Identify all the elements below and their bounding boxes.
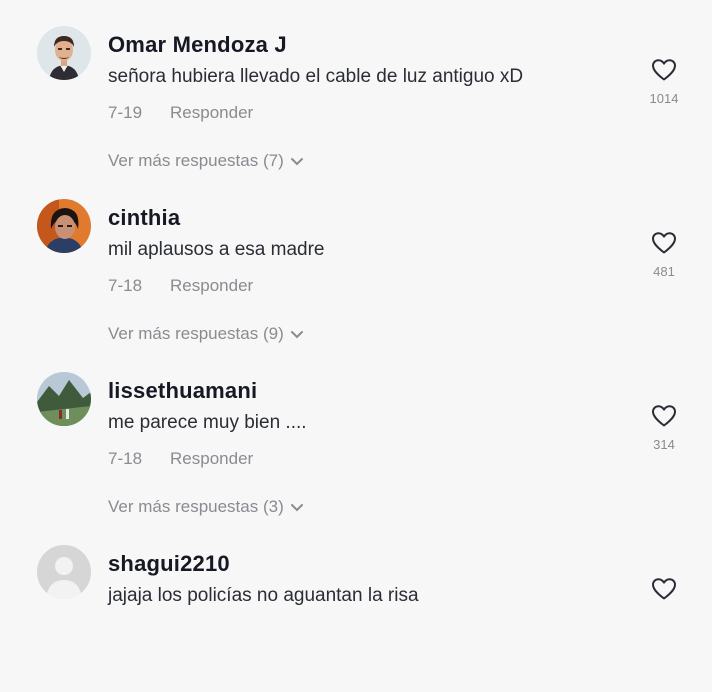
comment-text: mil aplausos a esa madre xyxy=(108,239,325,260)
like-area: 481 xyxy=(640,231,688,279)
comment-item: cinthia mil aplausos a esa madre 7-18 Res… xyxy=(0,173,712,346)
comment-meta: 7-18 Responder xyxy=(108,276,253,296)
comment-text: me parece muy bien .... xyxy=(108,412,307,433)
photo-avatar-icon xyxy=(37,199,91,253)
heart-icon[interactable] xyxy=(640,577,688,606)
avatar[interactable] xyxy=(37,372,91,426)
comment-text: señora hubiera llevado el cable de luz a… xyxy=(108,66,524,87)
reply-button[interactable]: Responder xyxy=(170,276,253,295)
landscape-photo-avatar-icon xyxy=(37,372,91,426)
view-more-replies-button[interactable]: Ver más respuestas (9) xyxy=(108,324,304,345)
bitmoji-avatar-icon xyxy=(37,26,91,80)
comment-date: 7-19 xyxy=(108,103,143,122)
view-more-replies-label: Ver más respuestas (9) xyxy=(108,324,284,343)
heart-icon[interactable] xyxy=(640,404,688,433)
heart-icon[interactable] xyxy=(640,58,688,87)
chevron-down-icon xyxy=(290,498,304,518)
comment-item: Omar Mendoza J señora hubiera llevado el… xyxy=(0,0,712,173)
like-count: 1014 xyxy=(649,91,679,106)
like-count: 481 xyxy=(653,264,675,279)
like-area: 1014 xyxy=(640,58,688,106)
view-more-replies-label: Ver más respuestas (3) xyxy=(108,497,284,516)
comment-text: jajaja los policías no aguantan la risa xyxy=(108,585,419,606)
comment-date: 7-18 xyxy=(108,449,143,468)
comment-meta: 7-18 Responder xyxy=(108,449,253,469)
comment-item: lissethuamani me parece muy bien .... 7-… xyxy=(0,346,712,519)
reply-button[interactable]: Responder xyxy=(170,103,253,122)
comment-item: shagui2210 jajaja los policías no aguant… xyxy=(0,519,712,692)
avatar[interactable] xyxy=(37,199,91,253)
comment-username[interactable]: Omar Mendoza J xyxy=(108,32,287,58)
chevron-down-icon xyxy=(290,325,304,345)
view-more-replies-button[interactable]: Ver más respuestas (7) xyxy=(108,151,304,172)
comment-username[interactable]: cinthia xyxy=(108,205,180,231)
like-area xyxy=(640,577,688,606)
avatar[interactable] xyxy=(37,26,91,80)
comment-username[interactable]: shagui2210 xyxy=(108,551,230,577)
chevron-down-icon xyxy=(290,152,304,172)
reply-button[interactable]: Responder xyxy=(170,449,253,468)
default-avatar-icon xyxy=(37,545,91,599)
comment-meta: 7-19 Responder xyxy=(108,103,253,123)
comment-username[interactable]: lissethuamani xyxy=(108,378,257,404)
avatar[interactable] xyxy=(37,545,91,599)
view-more-replies-button[interactable]: Ver más respuestas (3) xyxy=(108,497,304,518)
comment-date: 7-18 xyxy=(108,276,143,295)
like-count: 314 xyxy=(653,437,675,452)
view-more-replies-label: Ver más respuestas (7) xyxy=(108,151,284,170)
heart-icon[interactable] xyxy=(640,231,688,260)
like-area: 314 xyxy=(640,404,688,452)
